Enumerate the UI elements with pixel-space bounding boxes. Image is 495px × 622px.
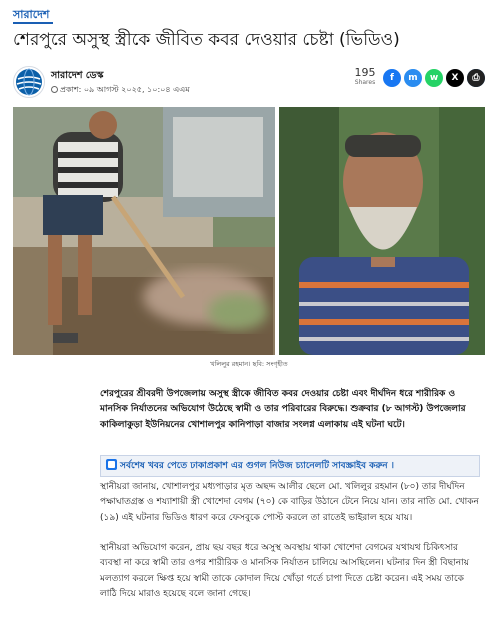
whatsapp-share-button[interactable]: w [425,69,443,87]
publish-date-text: প্রকাশ: ০৯ আগস্ট ২০২৫, ১০:০৪ এএম [60,85,190,94]
author-row: সারাদেশ ডেস্ক প্রকাশ: ০৯ আগস্ট ২০২৫, ১০:… [13,64,485,98]
share-count: 195 [354,66,376,79]
google-news-subscribe-text: সর্বশেষ খবর পেতে ঢাকাপ্রকাশ এর গুগল নিউজ… [120,461,395,471]
photo-digging-scene [13,107,275,355]
article-photo: খলিলুর রহমান। ছবি: সংগৃহীত [13,107,485,368]
print-icon: ⎙ [472,73,480,83]
whatsapp-icon: w [429,73,439,83]
share-counter: 195 Shares [353,67,377,87]
category-underline [13,22,53,24]
facebook-share-button[interactable]: f [383,69,401,87]
publish-date: প্রকাশ: ০৯ আগস্ট ২০২৫, ১০:০৪ এএম [51,84,190,97]
print-button[interactable]: ⎙ [467,69,485,87]
messenger-share-button[interactable]: m [404,69,422,87]
clock-icon [51,86,58,93]
author-name[interactable]: সারাদেশ ডেস্ক [51,69,103,84]
google-news-subscribe-banner[interactable]: সর্বশেষ খবর পেতে ঢাকাপ্রকাশ এর গুগল নিউজ… [100,455,480,477]
x-icon: X [451,73,459,83]
globe-logo-icon [16,68,42,96]
photo-caption: খলিলুর রহমান। ছবি: সংগৃহীত [210,360,288,368]
x-share-button[interactable]: X [446,69,464,87]
article-paragraph-1: স্থানীয়রা জানায়, খোশালপুর মধ্যপাড়ার ম… [100,482,479,523]
article-paragraph-2: স্থানীয়রা অভিযোগ করেন, প্রায় ছয় বছর ধ… [100,543,469,599]
article-page: সারাদেশ শেরপুরে অসুস্থ স্ত্রীকে জীবিত কব… [0,0,495,622]
article-lead: শেরপুরের শ্রীবরদী উপজেলায় অসুস্থ স্ত্রী… [100,389,466,430]
author-avatar [13,66,45,98]
share-label: Shares [354,79,376,86]
facebook-icon: f [390,73,394,83]
headline: শেরপুরে অসুস্থ স্ত্রীকে জীবিত কবর দেওয়া… [13,30,400,50]
photo-portrait [279,107,485,355]
messenger-icon: m [408,73,418,83]
google-news-icon [106,459,117,470]
